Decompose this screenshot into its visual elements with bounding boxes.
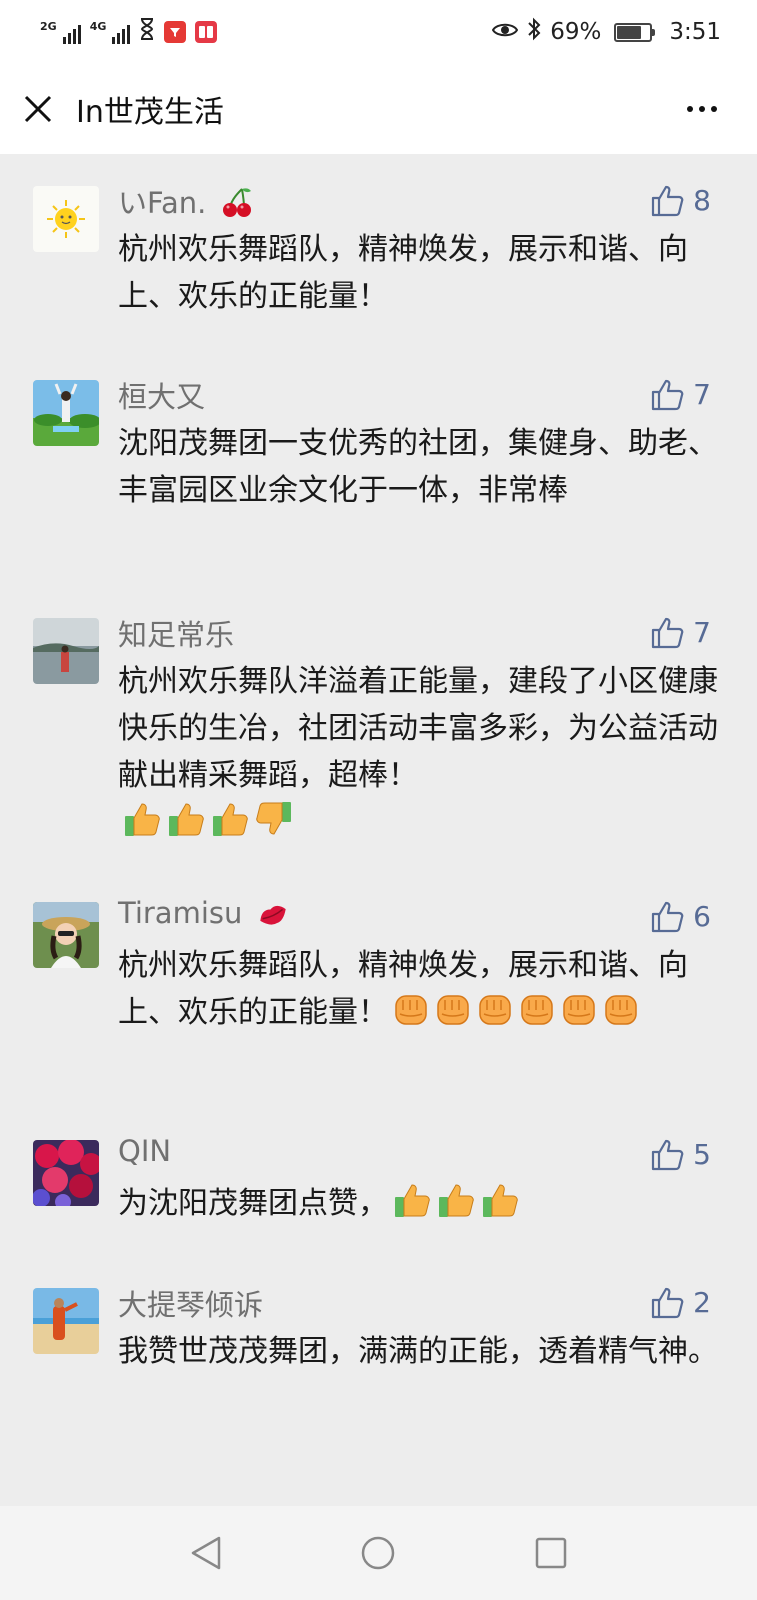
close-button[interactable] [18,89,58,129]
comment-list[interactable]: いFan. 8 杭州欢乐舞蹈队，精神焕发，展示和谐、向上、欢乐的正能量！ 桓大又… [0,154,757,1506]
thumbs-up-icon [652,1287,684,1318]
network-type-1: 2G [40,19,57,33]
nickname[interactable]: Tiramisu [118,896,290,936]
battery-icon [614,22,656,42]
thumbs-up-emoji-icon [436,1181,476,1233]
thumbs-up-icon [652,379,684,410]
home-circle-icon [362,1536,395,1570]
avatar[interactable] [33,902,99,968]
app-notification-icon [164,21,187,43]
like-count: 7 [693,378,711,411]
recents-button[interactable] [521,1523,581,1583]
status-time: 3:51 [669,19,721,45]
thumbs-up-emoji-icon [210,800,250,852]
home-button[interactable] [348,1523,408,1583]
book-app-icon [195,21,218,43]
fist-emoji-icon [476,990,514,1042]
thumbs-up-icon [652,617,684,648]
comment-text: 我赞世茂茂舞团，满满的正能，透着精气神。 [118,1334,718,1369]
thumbs-up-icon [652,185,684,216]
status-left: 2G 4G [40,18,218,46]
avatar[interactable] [33,380,99,446]
status-right: 69% 3:51 [492,17,721,47]
kiss-lips-icon [256,899,290,936]
network-type-2: 4G [89,19,107,33]
like-count: 2 [693,1286,711,1319]
avatar[interactable] [33,1140,99,1206]
nickname[interactable]: 大提琴倾诉 [118,1282,263,1324]
close-icon [24,95,52,123]
avatar[interactable] [33,1288,99,1354]
thumbs-up-icon [652,1139,684,1170]
avatar[interactable] [33,186,99,252]
like-button[interactable]: 7 [651,616,711,649]
signal-2g-icon: 2G [40,21,81,44]
like-count: 6 [693,900,711,933]
page-title: In世茂生活 [76,95,224,130]
cherries-icon [220,185,254,226]
fist-emoji-icon [518,990,556,1042]
nickname[interactable]: いFan. [118,180,254,226]
thumbs-up-emoji-icon [122,800,162,852]
back-triangle-icon [191,1536,221,1570]
like-count: 5 [693,1138,711,1171]
like-button[interactable]: 6 [651,900,711,933]
hourglass-icon [139,18,155,46]
recents-square-icon [535,1537,567,1569]
title-bar: In世茂生活 [0,64,757,154]
like-button[interactable]: 5 [651,1138,711,1171]
comment-text: 为沈阳茂舞团点赞， [118,1180,718,1233]
thumbs-up-icon [652,901,684,932]
fist-emoji-icon [434,990,472,1042]
nickname[interactable]: 知足常乐 [118,612,234,654]
fist-emoji-icon [602,990,640,1042]
status-bar: 2G 4G 69% 3:51 [0,0,757,64]
like-button[interactable]: 8 [651,184,711,217]
signal-4g-icon: 4G [90,21,131,44]
like-button[interactable]: 2 [651,1286,711,1319]
eye-icon [492,19,519,45]
bluetooth-icon [527,17,541,47]
nickname[interactable]: QIN [118,1134,171,1168]
comment-text: 杭州欢乐舞蹈队，精神焕发，展示和谐、向上、欢乐的正能量！ [118,232,688,314]
thumbs-up-emoji-icon [480,1181,520,1233]
nickname[interactable]: 桓大又 [118,374,205,416]
like-button[interactable]: 7 [651,378,711,411]
fist-emoji-icon [392,990,430,1042]
thumbs-up-emoji-icon [166,800,206,852]
battery-percent: 69% [550,19,602,45]
avatar[interactable] [33,618,99,684]
more-options-button[interactable] [677,92,727,126]
comment-text: 沈阳茂舞团一支优秀的社团，集健身、助老、丰富园区业余文化于一体，非常棒 [118,426,718,508]
back-button[interactable] [176,1523,236,1583]
fist-emoji-icon [560,990,598,1042]
thumbs-down-emoji-icon [254,800,294,852]
comment-text: 杭州欢乐舞蹈队，精神焕发，展示和谐、向上、欢乐的正能量！ [118,942,718,1042]
like-count: 7 [693,616,711,649]
thumbs-up-emoji-icon [392,1181,432,1233]
like-count: 8 [693,184,711,217]
comment-text: 杭州欢乐舞队洋溢着正能量，建段了小区健康快乐的生冶，社团活动丰富多彩，为公益活动… [118,658,718,852]
system-nav-bar [0,1506,757,1600]
